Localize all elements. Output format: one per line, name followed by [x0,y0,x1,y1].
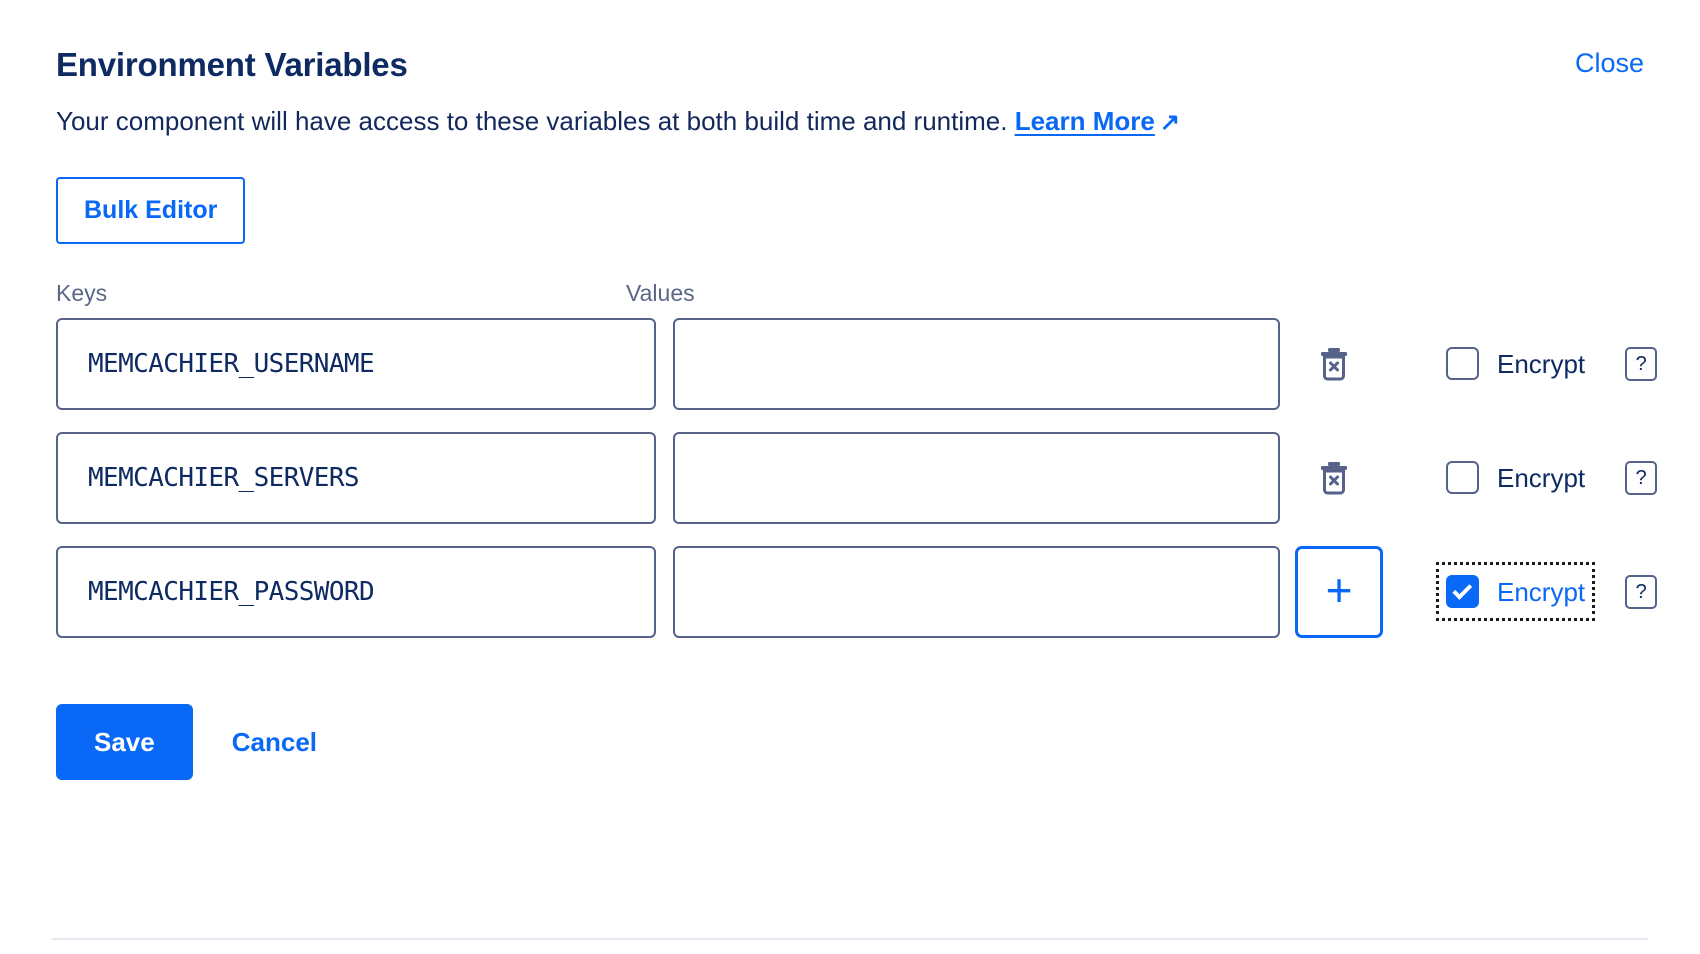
toolbar: Bulk Editor [0,139,1700,244]
key-input[interactable]: MEMCACHIER_PASSWORD [56,545,656,638]
checkmark-icon [1451,579,1472,600]
encrypt-control-group[interactable]: Encrypt [1440,452,1591,503]
table-row: MEMCACHIER_USERNAME Encrypt ? [0,317,1700,410]
footer-actions: Save Cancel [0,660,1700,780]
delete-row-button[interactable] [1310,340,1358,388]
encrypt-label[interactable]: Encrypt [1497,351,1585,377]
description-text: Your component will have access to these… [56,106,1015,136]
key-input[interactable]: MEMCACHIER_USERNAME [56,317,656,410]
cancel-button[interactable]: Cancel [226,728,323,756]
encrypt-checkbox[interactable] [1446,575,1479,609]
panel-description: Your component will have access to these… [0,81,1700,139]
encrypt-checkbox[interactable] [1446,347,1479,381]
add-row-button[interactable]: + [1295,545,1383,638]
trash-icon [1321,347,1347,381]
key-input[interactable]: MEMCACHIER_SERVERS [56,431,656,524]
table-column-headers: Keys Values [0,279,1700,306]
help-icon[interactable]: ? [1625,574,1658,609]
variables-table: Keys Values MEMCACHIER_USERNAME Encrypt … [0,244,1700,638]
value-input[interactable] [673,545,1280,638]
table-row: MEMCACHIER_PASSWORD + Encrypt ? [0,545,1700,638]
encrypt-label[interactable]: Encrypt [1497,465,1585,491]
help-icon[interactable]: ? [1625,346,1658,381]
table-row: MEMCACHIER_SERVERS Encrypt ? [0,431,1700,524]
footer-divider [52,938,1648,940]
row-action-cell [1280,340,1388,388]
value-input[interactable] [673,317,1280,410]
row-action-cell: + [1280,545,1388,638]
page-title: Environment Variables [56,46,408,83]
delete-row-button[interactable] [1310,454,1358,502]
encrypt-checkbox[interactable] [1446,461,1479,495]
close-button[interactable]: Close [1575,50,1644,77]
column-header-values: Values [626,279,695,306]
bulk-editor-button[interactable]: Bulk Editor [56,176,246,244]
external-link-icon[interactable]: ↗ [1160,107,1180,138]
encrypt-control-group[interactable]: Encrypt [1435,562,1596,622]
encrypt-control-group[interactable]: Encrypt [1440,338,1591,389]
help-icon[interactable]: ? [1625,460,1658,495]
plus-icon: + [1325,563,1353,616]
trash-icon [1321,461,1347,495]
save-button[interactable]: Save [56,703,193,780]
learn-more-link[interactable]: Learn More [1015,106,1155,136]
column-header-keys: Keys [56,279,108,306]
environment-variables-panel: Environment Variables Close Your compone… [0,0,1700,954]
encrypt-label[interactable]: Encrypt [1497,579,1585,605]
row-action-cell [1280,454,1388,502]
value-input[interactable] [673,431,1280,524]
panel-header: Environment Variables Close [0,0,1700,81]
